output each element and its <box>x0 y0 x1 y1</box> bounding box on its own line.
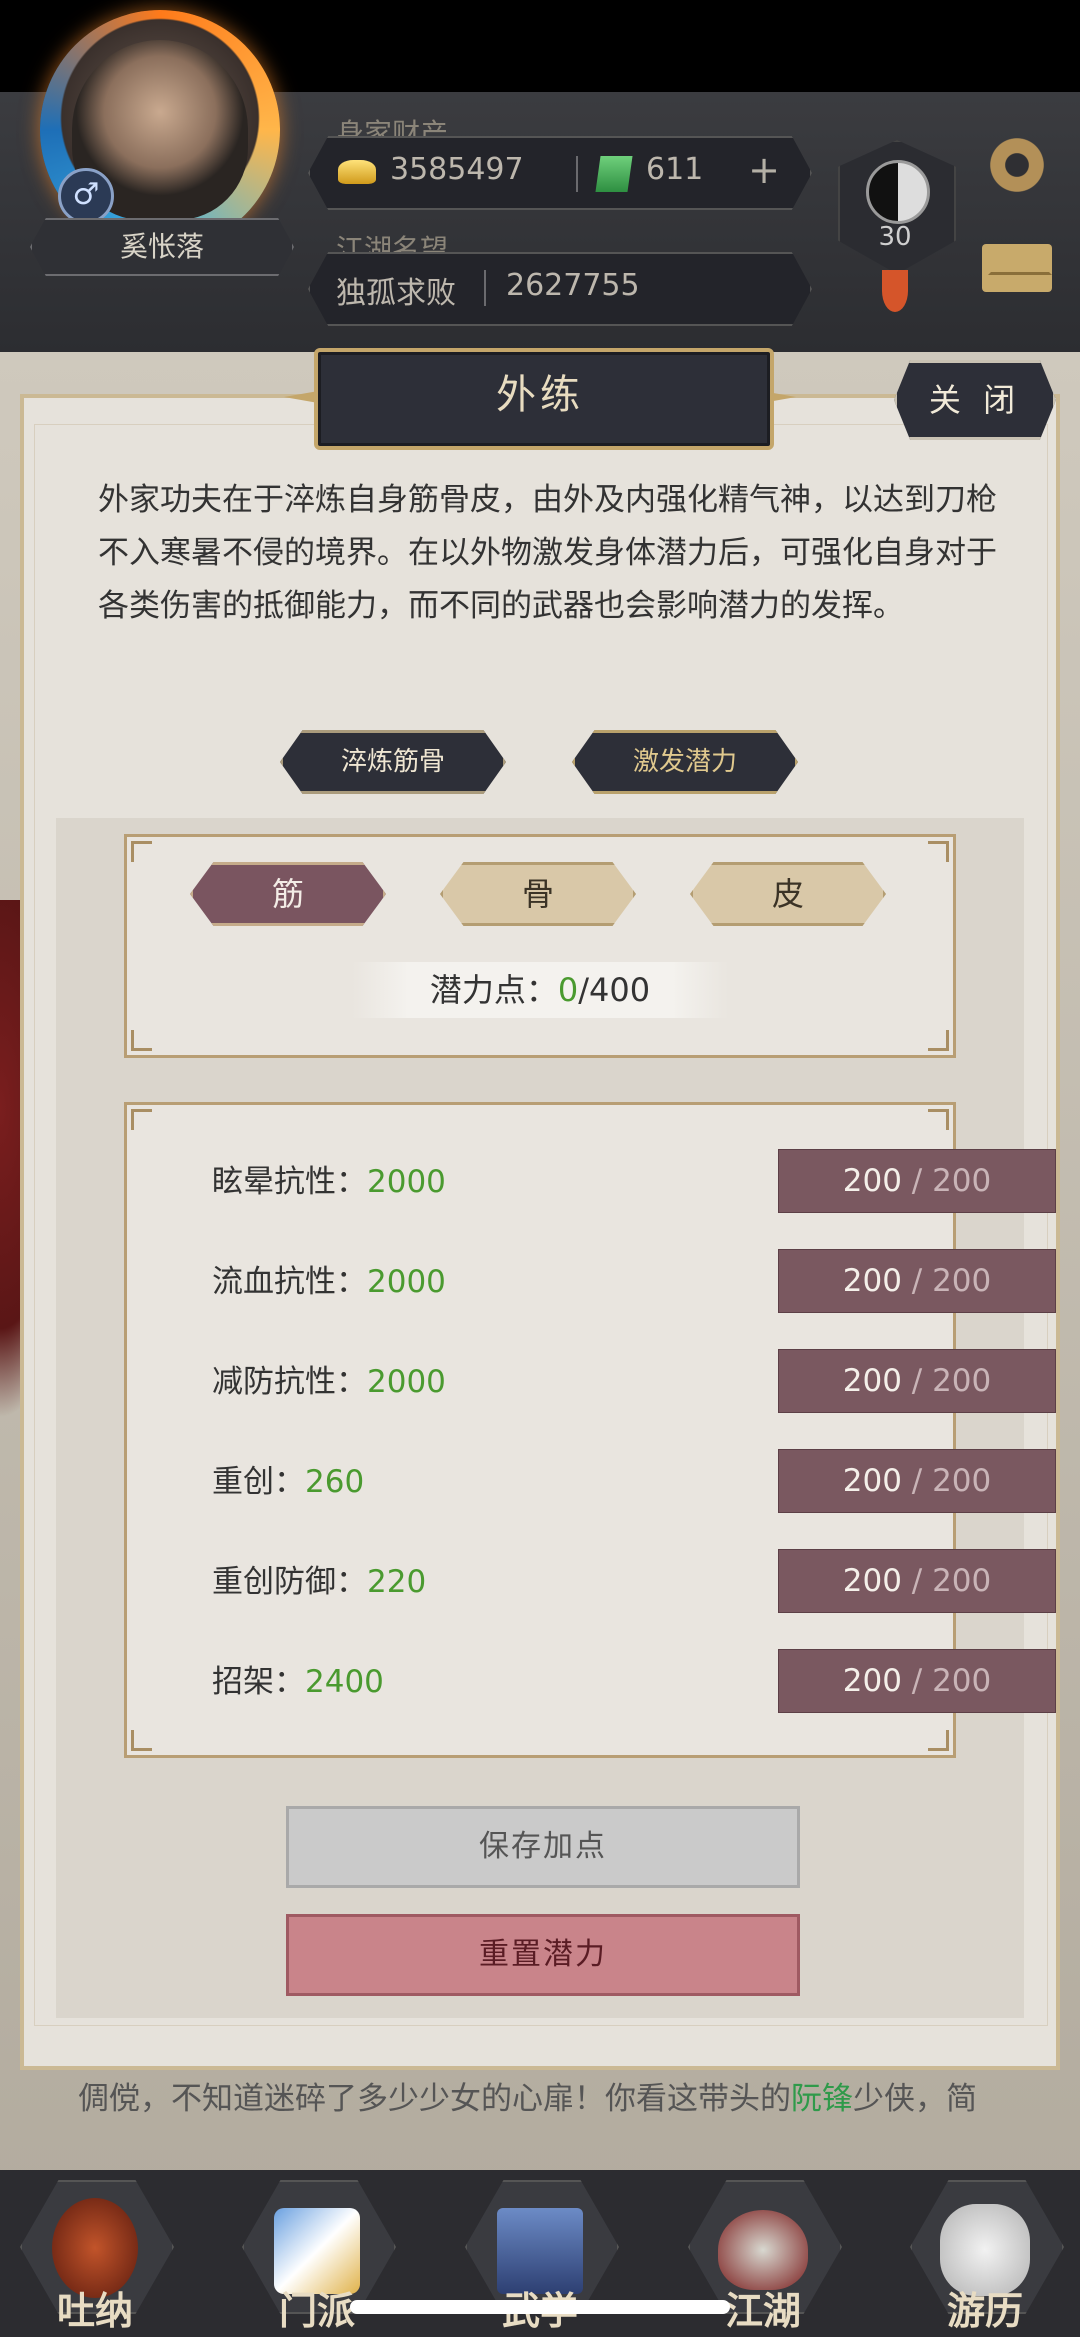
straw-hat-icon <box>718 2210 808 2290</box>
stat-value: 2000 <box>367 1364 446 1400</box>
tab-skin[interactable]: 皮 <box>690 862 886 926</box>
corner-ornament <box>928 1030 949 1051</box>
fame-title: 独孤求败 <box>336 276 456 311</box>
fame-divider <box>484 270 486 306</box>
stat-bar-max: 200 <box>932 1163 992 1199</box>
stat-name: 招架： <box>212 1664 305 1700</box>
corner-ornament <box>131 1030 152 1051</box>
stat-row: 流血抗性：2000 200 / 200 <box>212 1249 1056 1313</box>
corner-ornament <box>131 1109 152 1130</box>
stat-value: 220 <box>367 1564 427 1600</box>
story-prefix: 倜傥，不知道迷碎了多少少女的心扉！你看这带头的 <box>78 2081 791 2117</box>
stat-row: 减防抗性：2000 200 / 200 <box>212 1349 1056 1413</box>
jade-icon <box>595 156 633 192</box>
stat-bar-separator: / <box>901 1463 933 1499</box>
potential-max: /400 <box>578 971 651 1009</box>
stat-bar-current: 200 <box>842 1463 902 1499</box>
stat-name: 重创防御： <box>212 1564 367 1600</box>
stat-bar-current: 200 <box>842 1363 902 1399</box>
reset-potential-button[interactable]: 重置潜力 <box>286 1914 800 1996</box>
stat-bar-max: 200 <box>932 1363 992 1399</box>
tab-bone[interactable]: 骨 <box>440 862 636 926</box>
stat-name: 眩晕抗性： <box>212 1164 367 1200</box>
tassel-icon <box>882 270 908 312</box>
stat-label: 眩晕抗性：2000 <box>212 1152 446 1212</box>
stat-progress-bar[interactable]: 200 / 200 <box>778 1649 1056 1713</box>
stat-value: 260 <box>305 1464 365 1500</box>
panel-title: 外练 <box>496 372 584 418</box>
stat-label: 招架：2400 <box>212 1652 384 1712</box>
stat-progress-bar[interactable]: 200 / 200 <box>778 1249 1056 1313</box>
stat-progress-bar[interactable]: 200 / 200 <box>778 1449 1056 1513</box>
stat-value: 2400 <box>305 1664 384 1700</box>
corner-ornament <box>131 1730 152 1751</box>
potential-label: 潜力点： <box>429 971 558 1009</box>
stat-progress-bar[interactable]: 200 / 200 <box>778 1349 1056 1413</box>
stat-label: 流血抗性：2000 <box>212 1252 446 1312</box>
stat-bar-separator: / <box>901 1363 933 1399</box>
story-character-link[interactable]: 阮锋 <box>791 2081 853 2117</box>
player-name: 奚怅落 <box>30 218 294 276</box>
stat-row: 招架：2400 200 / 200 <box>212 1649 1056 1713</box>
stat-row: 眩晕抗性：2000 200 / 200 <box>212 1149 1056 1213</box>
potential-current: 0 <box>557 971 579 1009</box>
stat-bar-max: 200 <box>932 1463 992 1499</box>
stat-bar-max: 200 <box>932 1263 992 1299</box>
male-icon: ♂ <box>58 168 114 224</box>
potential-points: 潜力点：0/400 <box>352 962 728 1018</box>
panel-description: 外家功夫在于淬炼自身筋骨皮，由外及内强化精气神，以达到刀枪不入寒暑不侵的境界。在… <box>98 482 997 624</box>
story-text: 倜傥，不知道迷碎了多少少女的心扉！你看这带头的阮锋少侠，简 <box>78 2076 1018 2122</box>
stat-bar-separator: / <box>901 1563 933 1599</box>
stat-label: 重创防御：220 <box>212 1552 426 1612</box>
corner-ornament <box>928 1730 949 1751</box>
stat-value: 2000 <box>367 1164 446 1200</box>
stat-name: 重创： <box>212 1464 305 1500</box>
stat-bar-current: 200 <box>842 1663 902 1699</box>
corner-ornament <box>928 1109 949 1130</box>
corner-ornament <box>131 841 152 862</box>
add-currency-plus-icon[interactable]: + <box>744 150 784 190</box>
stat-row: 重创防御：220 200 / 200 <box>212 1549 1056 1613</box>
stat-label: 减防抗性：2000 <box>212 1352 446 1412</box>
home-indicator[interactable] <box>350 2300 730 2314</box>
wealth-bar <box>308 136 812 210</box>
stat-bar-max: 200 <box>932 1563 992 1599</box>
nav-travel[interactable]: 游历 <box>910 2180 1064 2333</box>
story-suffix: 少侠，简 <box>853 2081 977 2117</box>
stat-bar-separator: / <box>901 1163 933 1199</box>
gold-ingot-icon <box>338 160 376 184</box>
nav-label: 吐纳 <box>56 2289 133 2333</box>
nav-breathing[interactable]: 吐纳 <box>20 2180 174 2333</box>
stat-bar-max: 200 <box>932 1663 992 1699</box>
stat-progress-bar[interactable]: 200 / 200 <box>778 1549 1056 1613</box>
unleash-potential-button[interactable]: 激发潜力 <box>572 730 798 794</box>
tab-tendon[interactable]: 筋 <box>190 862 386 926</box>
stat-bar-current: 200 <box>842 1163 902 1199</box>
gold-amount: 3585497 <box>390 152 524 187</box>
stat-bar-current: 200 <box>842 1563 902 1599</box>
nav-label: 游历 <box>946 2289 1023 2333</box>
level-value: 30 <box>878 222 912 252</box>
fame-value: 2627755 <box>506 268 640 303</box>
temper-bones-button[interactable]: 淬炼筋骨 <box>280 730 506 794</box>
close-button[interactable]: 关 闭 <box>894 360 1056 440</box>
save-points-button[interactable]: 保存加点 <box>286 1806 800 1888</box>
mail-icon[interactable] <box>982 244 1052 292</box>
stat-row: 重创：260 200 / 200 <box>212 1449 1056 1513</box>
stat-bar-separator: / <box>901 1263 933 1299</box>
gear-icon[interactable] <box>986 134 1048 196</box>
stat-label: 重创：260 <box>212 1452 364 1512</box>
corner-ornament <box>928 841 949 862</box>
stat-bar-current: 200 <box>842 1263 902 1299</box>
stat-name: 减防抗性： <box>212 1364 367 1400</box>
jade-amount: 611 <box>646 152 704 187</box>
stat-value: 2000 <box>367 1264 446 1300</box>
stat-name: 流血抗性： <box>212 1264 367 1300</box>
yin-yang-icon <box>866 160 930 224</box>
stat-progress-bar[interactable]: 200 / 200 <box>778 1149 1056 1213</box>
wealth-divider <box>576 156 578 192</box>
stat-bar-separator: / <box>901 1663 933 1699</box>
